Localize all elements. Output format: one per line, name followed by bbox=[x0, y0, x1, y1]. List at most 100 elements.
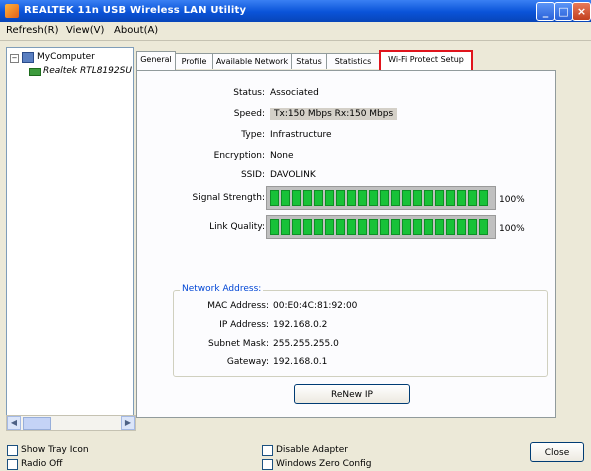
link-quality-percent: 100% bbox=[499, 224, 525, 234]
meter-segment bbox=[281, 219, 290, 235]
tree-expander-icon[interactable]: − bbox=[10, 54, 19, 63]
menu-view[interactable]: View(V) bbox=[66, 25, 104, 36]
meter-segment bbox=[303, 190, 312, 206]
meter-segment bbox=[314, 190, 323, 206]
meter-segment bbox=[435, 190, 444, 206]
minimize-button[interactable]: _ bbox=[536, 2, 555, 21]
windows-zero-config-checkbox[interactable] bbox=[262, 459, 273, 470]
signal-strength-meter bbox=[266, 186, 496, 210]
tree-item-adapter[interactable]: Realtek RTL8192SU bbox=[43, 66, 132, 76]
status-label: Status: bbox=[233, 88, 265, 98]
meter-segment bbox=[281, 190, 290, 206]
computer-icon bbox=[22, 52, 34, 63]
meter-segment bbox=[270, 219, 279, 235]
status-value: Associated bbox=[270, 88, 319, 98]
menu-refresh[interactable]: Refresh(R) bbox=[6, 25, 59, 36]
encryption-label: Encryption: bbox=[213, 151, 265, 161]
meter-segment bbox=[347, 219, 356, 235]
speed-value: Tx:150 Mbps Rx:150 Mbps bbox=[270, 108, 398, 120]
window-title: REALTEK 11n USB Wireless LAN Utility bbox=[24, 5, 247, 16]
meter-segment bbox=[358, 219, 367, 235]
meter-segment bbox=[369, 190, 378, 206]
meter-segment bbox=[325, 219, 334, 235]
ssid-label: SSID: bbox=[240, 170, 265, 180]
meter-segment bbox=[325, 190, 334, 206]
meter-segment bbox=[292, 190, 301, 206]
gateway-value: 192.168.0.1 bbox=[273, 357, 328, 367]
signal-strength-fill bbox=[270, 190, 488, 206]
windows-zero-config-label: Windows Zero Config bbox=[276, 459, 372, 469]
utility-window: REALTEK 11n USB Wireless LAN Utility _ □… bbox=[0, 0, 591, 471]
mac-address-label: MAC Address: bbox=[207, 301, 269, 311]
meter-segment bbox=[336, 190, 345, 206]
type-value: Infrastructure bbox=[270, 130, 332, 140]
subnet-mask-value: 255.255.255.0 bbox=[273, 339, 339, 349]
disable-adapter-label: Disable Adapter bbox=[276, 445, 348, 455]
meter-segment bbox=[424, 190, 433, 206]
meter-segment bbox=[457, 219, 466, 235]
meter-segment bbox=[270, 190, 279, 206]
ip-address-value: 192.168.0.2 bbox=[273, 320, 328, 330]
meter-segment bbox=[446, 219, 455, 235]
device-tree[interactable]: − MyComputer Realtek RTL8192SU bbox=[6, 47, 134, 417]
type-label: Type: bbox=[241, 130, 265, 140]
tab-profile[interactable]: Profile bbox=[175, 53, 213, 69]
renew-ip-button[interactable]: ReNew IP bbox=[294, 384, 410, 404]
meter-segment bbox=[413, 219, 422, 235]
maximize-button[interactable]: □ bbox=[554, 2, 573, 21]
signal-strength-percent: 100% bbox=[499, 195, 525, 205]
subnet-mask-label: Subnet Mask: bbox=[208, 339, 269, 349]
link-quality-meter bbox=[266, 215, 496, 239]
gateway-label: Gateway: bbox=[226, 357, 269, 367]
tab-statistics[interactable]: Statistics bbox=[326, 53, 380, 69]
meter-segment bbox=[479, 190, 488, 206]
scroll-thumb[interactable] bbox=[23, 417, 51, 430]
show-tray-icon-label: Show Tray Icon bbox=[21, 445, 89, 455]
meter-segment bbox=[391, 190, 400, 206]
meter-segment bbox=[479, 219, 488, 235]
app-icon bbox=[5, 4, 19, 18]
title-bar[interactable]: REALTEK 11n USB Wireless LAN Utility _ □… bbox=[0, 0, 591, 22]
meter-segment bbox=[413, 190, 422, 206]
meter-segment bbox=[314, 219, 323, 235]
meter-segment bbox=[468, 219, 477, 235]
disable-adapter-checkbox[interactable] bbox=[262, 445, 273, 456]
signal-strength-label: Signal Strength: bbox=[192, 193, 265, 203]
meter-segment bbox=[468, 190, 477, 206]
meter-segment bbox=[424, 219, 433, 235]
encryption-value: None bbox=[270, 151, 294, 161]
link-quality-fill bbox=[270, 219, 488, 235]
meter-segment bbox=[435, 219, 444, 235]
link-quality-label: Link Quality: bbox=[209, 222, 265, 232]
tab-status[interactable]: Status bbox=[291, 53, 327, 69]
meter-segment bbox=[347, 190, 356, 206]
radio-off-checkbox[interactable] bbox=[7, 459, 18, 470]
tab-available-network[interactable]: Available Network bbox=[212, 53, 292, 69]
meter-segment bbox=[402, 190, 411, 206]
meter-segment bbox=[457, 190, 466, 206]
mac-address-value: 00:E0:4C:81:92:00 bbox=[273, 301, 358, 311]
tree-horizontal-scrollbar[interactable]: ◀ ▶ bbox=[6, 415, 136, 431]
meter-segment bbox=[446, 190, 455, 206]
close-window-button[interactable]: × bbox=[572, 2, 591, 21]
scroll-left-icon[interactable]: ◀ bbox=[7, 416, 21, 430]
ip-address-label: IP Address: bbox=[219, 320, 269, 330]
meter-segment bbox=[303, 219, 312, 235]
meter-segment bbox=[380, 219, 389, 235]
wireless-adapter-icon bbox=[29, 68, 41, 76]
menu-bar: Refresh(R) View(V) About(A) bbox=[0, 22, 591, 41]
meter-segment bbox=[369, 219, 378, 235]
tab-wifi-protect-setup[interactable]: Wi-Fi Protect Setup bbox=[379, 50, 473, 72]
scroll-right-icon[interactable]: ▶ bbox=[121, 416, 135, 430]
meter-segment bbox=[292, 219, 301, 235]
network-address-title: Network Address: bbox=[180, 284, 264, 294]
meter-segment bbox=[391, 219, 400, 235]
radio-off-label: Radio Off bbox=[21, 459, 63, 469]
tab-general[interactable]: General bbox=[136, 51, 176, 70]
close-button[interactable]: Close bbox=[530, 442, 584, 462]
meter-segment bbox=[336, 219, 345, 235]
ssid-value: DAVOLINK bbox=[270, 170, 316, 180]
tree-item-mycomputer[interactable]: MyComputer bbox=[37, 52, 95, 62]
show-tray-icon-checkbox[interactable] bbox=[7, 445, 18, 456]
menu-about[interactable]: About(A) bbox=[114, 25, 158, 36]
